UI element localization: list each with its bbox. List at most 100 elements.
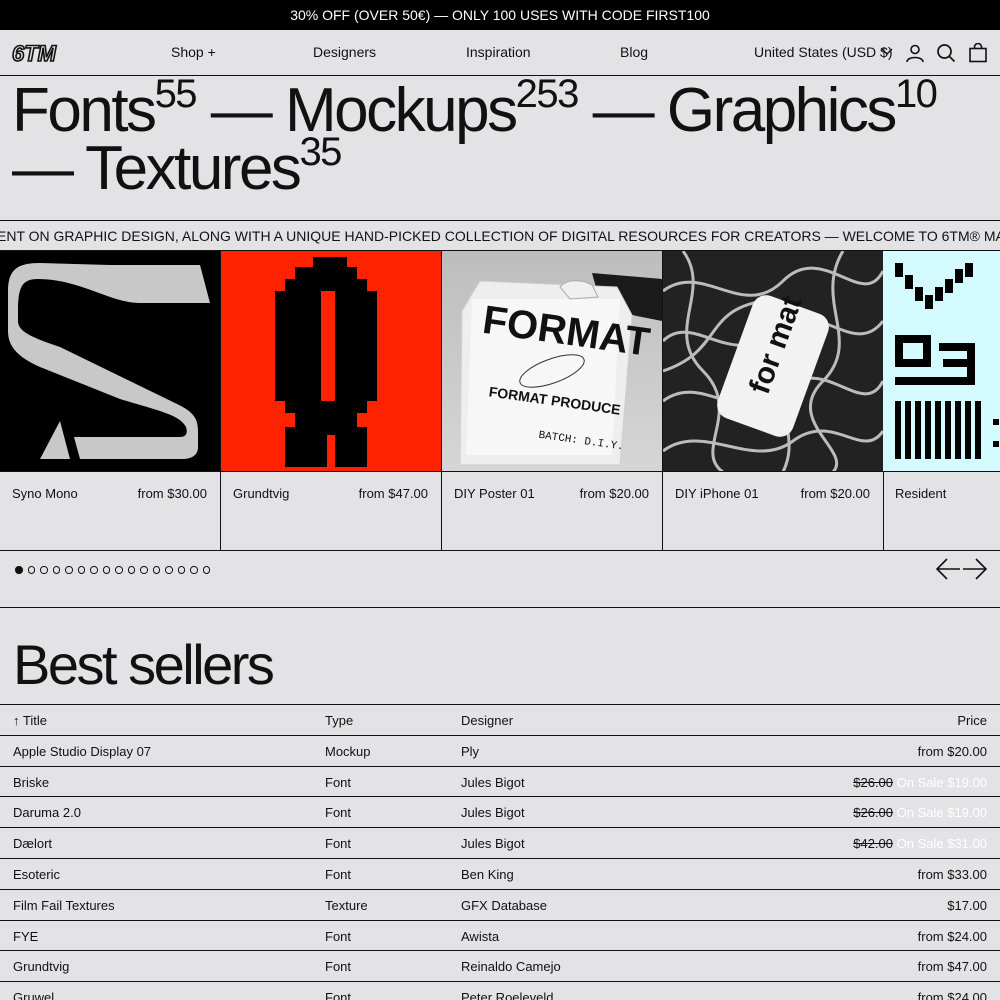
- product-image: [883, 251, 1000, 472]
- price-cell: $26.00 On Sale $19.00: [853, 805, 987, 820]
- carousel-dot[interactable]: [190, 566, 198, 574]
- search-icon[interactable]: [936, 43, 956, 63]
- price-cell: from $24.00: [917, 990, 987, 1000]
- price-cell: $26.00 On Sale $19.00: [853, 775, 987, 790]
- marquee-ticker: ENT ON GRAPHIC DESIGN, ALONG WITH A UNIQ…: [0, 220, 1000, 251]
- title-cell[interactable]: FYE: [13, 929, 38, 944]
- svg-text:6TM: 6TM: [12, 42, 57, 64]
- type-header[interactable]: Type: [325, 713, 353, 728]
- product-card[interactable]: Syno Mono from $30.00: [0, 251, 221, 550]
- carousel-pagination: [15, 566, 210, 574]
- product-card[interactable]: for mat DIY iPhone 01 from $20.00: [663, 251, 884, 550]
- title-cell[interactable]: Apple Studio Display 07: [13, 744, 151, 759]
- announcement-text: 30% OFF (OVER 50€) — ONLY 100 USES WITH …: [290, 7, 710, 23]
- carousel-dot[interactable]: [15, 566, 23, 574]
- designer-cell[interactable]: Peter Roeleveld: [461, 990, 554, 1000]
- table-row[interactable]: Gruwel Font Peter Roeleveld from $24.00: [0, 981, 1000, 1000]
- title-cell[interactable]: Briske: [13, 775, 49, 790]
- table-row[interactable]: FYE Font Awista from $24.00: [0, 919, 1000, 951]
- price-cell: from $20.00: [917, 743, 987, 759]
- account-icon[interactable]: [905, 43, 925, 63]
- designer-cell[interactable]: Jules Bigot: [461, 805, 525, 820]
- carousel-dot[interactable]: [27, 566, 35, 574]
- table-row[interactable]: Esoteric Font Ben King from $33.00: [0, 857, 1000, 889]
- designer-cell[interactable]: Jules Bigot: [461, 775, 525, 790]
- hero-graphics[interactable]: Graphics10: [667, 74, 938, 145]
- product-carousel: Syno Mono from $30.00 Grundtvig from $47…: [0, 251, 1000, 551]
- sale-price: On Sale $19.00: [896, 805, 987, 821]
- nav-blog[interactable]: Blog: [620, 44, 648, 60]
- price-cell: $17.00: [947, 897, 987, 913]
- site-header: 6TM Shop + Designers Inspiration Blog Un…: [0, 30, 1000, 76]
- hero-textures[interactable]: Textures35: [85, 132, 342, 203]
- carousel-dot[interactable]: [127, 566, 135, 574]
- designer-cell[interactable]: Reinaldo Camejo: [461, 959, 561, 974]
- title-cell[interactable]: Dælort: [13, 836, 52, 851]
- type-cell: Font: [325, 866, 352, 882]
- table-row[interactable]: Apple Studio Display 07 Mockup Ply from $20…: [0, 734, 1000, 766]
- type-cell: Texture: [325, 897, 368, 913]
- nav-inspiration[interactable]: Inspiration: [466, 44, 531, 60]
- carousel-dot[interactable]: [65, 566, 73, 574]
- product-image: [0, 251, 220, 472]
- title-cell[interactable]: Grundtvig: [13, 959, 69, 974]
- product-card[interactable]: Grundtvig from $47.00: [221, 251, 442, 550]
- carousel-dot[interactable]: [140, 566, 148, 574]
- product-card[interactable]: Resident: [883, 251, 1000, 550]
- arrow-left-icon[interactable]: [935, 557, 961, 581]
- designer-cell[interactable]: Ply: [461, 744, 479, 759]
- carousel-dot[interactable]: [177, 566, 185, 574]
- price-cell: $42.00 On Sale $31.00: [853, 836, 987, 851]
- carousel-dot[interactable]: [77, 566, 85, 574]
- designer-cell[interactable]: Jules Bigot: [461, 836, 525, 851]
- carousel-dot[interactable]: [40, 566, 48, 574]
- carousel-dot[interactable]: [52, 566, 60, 574]
- table-row[interactable]: Briske Font Jules Bigot $26.00 On Sale $19.…: [0, 765, 1000, 797]
- title-cell[interactable]: Film Fail Textures: [13, 898, 115, 913]
- title-cell[interactable]: Daruma 2.0: [13, 805, 81, 820]
- product-image: [221, 251, 441, 472]
- chevron-down-icon[interactable]: [880, 44, 894, 60]
- cart-icon[interactable]: [968, 43, 988, 63]
- sale-price: On Sale $31.00: [896, 836, 987, 852]
- section-divider: [0, 607, 1000, 608]
- category-hero: Fonts55 — Mockups253 — Graphics10 — Text…: [12, 72, 938, 203]
- title-cell[interactable]: Esoteric: [13, 867, 60, 882]
- carousel-dot[interactable]: [152, 566, 160, 574]
- table-row[interactable]: Grundtvig Font Reinaldo Camejo from $47.00: [0, 950, 1000, 981]
- table-row[interactable]: Film Fail Textures Texture GFX Database $17…: [0, 888, 1000, 920]
- carousel-dot[interactable]: [165, 566, 173, 574]
- nav-designers[interactable]: Designers: [313, 44, 376, 60]
- type-cell: Font: [325, 774, 352, 790]
- original-price: $26.00: [853, 805, 894, 821]
- best-sellers-title: Best sellers: [13, 633, 275, 696]
- sale-price: On Sale $19.00: [896, 774, 987, 790]
- designer-cell[interactable]: Ben King: [461, 867, 514, 882]
- nav-shop[interactable]: Shop +: [171, 44, 216, 60]
- type-cell: Font: [325, 805, 352, 821]
- carousel-dot[interactable]: [115, 566, 123, 574]
- logo-icon[interactable]: 6TM: [12, 42, 76, 64]
- type-cell: Font: [325, 990, 352, 1000]
- type-cell: Font: [325, 959, 352, 975]
- product-image: FORMAT FORMAT PRODUCE BATCH: D.I.Y.: [442, 251, 662, 472]
- table-row[interactable]: Daruma 2.0 Font Jules Bigot $26.00 On Sale …: [0, 796, 1000, 827]
- currency-selector[interactable]: United States (USD $): [754, 44, 893, 60]
- carousel-dot[interactable]: [90, 566, 98, 574]
- table-header: ↑ Title Type Designer Price: [0, 704, 1000, 735]
- product-card[interactable]: FORMAT FORMAT PRODUCE BATCH: D.I.Y. DIY …: [442, 251, 663, 550]
- price-header[interactable]: Price: [957, 713, 987, 728]
- original-price: $42.00: [853, 836, 894, 852]
- price-cell: from $47.00: [917, 959, 987, 975]
- sort-title-header[interactable]: ↑ Title: [13, 713, 47, 728]
- title-cell[interactable]: Gruwel: [13, 990, 54, 1000]
- table-row[interactable]: Dælort Font Jules Bigot $42.00 On Sale $31.…: [0, 827, 1000, 858]
- designer-cell[interactable]: GFX Database: [461, 898, 547, 913]
- arrow-right-icon[interactable]: [962, 557, 988, 581]
- designer-cell[interactable]: Awista: [461, 929, 499, 944]
- designer-header[interactable]: Designer: [461, 713, 513, 728]
- type-cell: Font: [325, 928, 352, 944]
- type-cell: Font: [325, 836, 352, 852]
- carousel-dot[interactable]: [102, 566, 110, 574]
- carousel-dot[interactable]: [202, 566, 210, 574]
